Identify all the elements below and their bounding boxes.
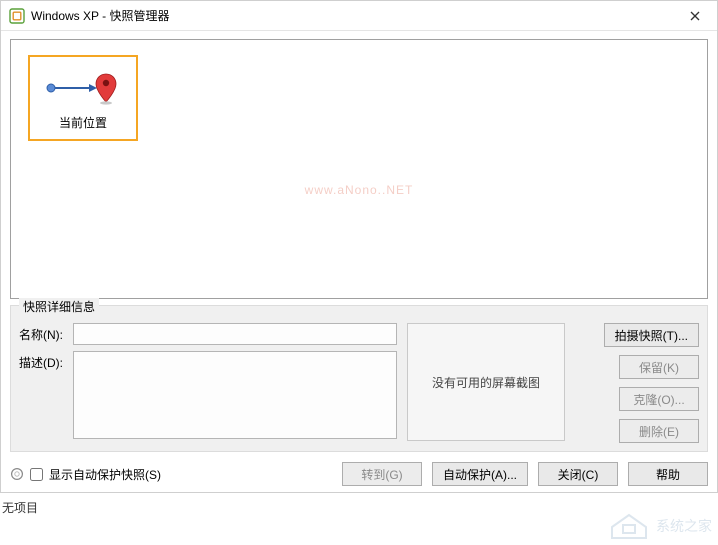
show-autoprotect-checkbox[interactable] [30, 468, 43, 481]
name-input[interactable] [73, 323, 397, 345]
site-watermark-text: 系统之家 [656, 516, 712, 536]
keep-button[interactable]: 保留(K) [619, 355, 699, 379]
snapshot-manager-window: Windows XP - 快照管理器 [0, 0, 718, 493]
bottom-row: 显示自动保护快照(S) 转到(G) 自动保护(A)... 关闭(C) 帮助 [10, 462, 708, 486]
clone-button[interactable]: 克隆(O)... [619, 387, 699, 411]
client-area: 当前位置 www.aNono..NET 快照详细信息 名称(N): 描述(D): [1, 31, 717, 492]
house-watermark-icon [608, 511, 650, 541]
name-label: 名称(N): [19, 323, 73, 343]
show-autoprotect-label: 显示自动保护快照(S) [49, 466, 161, 483]
no-screenshot-text: 没有可用的屏幕截图 [432, 374, 540, 391]
site-watermark: 系统之家 [608, 511, 712, 541]
autoprotect-indicator-icon [10, 467, 24, 481]
description-label: 描述(D): [19, 351, 73, 371]
screenshot-thumbnail: 没有可用的屏幕截图 [407, 323, 565, 441]
details-side-buttons: 拍摄快照(T)... 保留(K) 克隆(O)... 删除(E) [575, 323, 699, 443]
titlebar: Windows XP - 快照管理器 [1, 1, 717, 31]
current-position-graphic [43, 70, 123, 106]
details-legend: 快照详细信息 [19, 298, 99, 315]
snapshot-tree-area[interactable]: 当前位置 www.aNono..NET [10, 39, 708, 299]
current-position-node[interactable]: 当前位置 [28, 55, 138, 141]
close-button[interactable] [681, 6, 709, 26]
window-title: Windows XP - 快照管理器 [31, 7, 681, 24]
status-text: 无项目 [2, 501, 38, 515]
help-button[interactable]: 帮助 [628, 462, 708, 486]
vmware-app-icon [9, 8, 25, 24]
delete-button[interactable]: 删除(E) [619, 419, 699, 443]
description-input[interactable] [73, 351, 397, 439]
current-position-label: 当前位置 [59, 114, 107, 131]
map-pin-icon [96, 74, 116, 105]
goto-button[interactable]: 转到(G) [342, 462, 422, 486]
close-dialog-button[interactable]: 关闭(C) [538, 462, 618, 486]
close-icon [690, 11, 700, 21]
take-snapshot-button[interactable]: 拍摄快照(T)... [604, 323, 699, 347]
faint-watermark-text: www.aNono..NET [305, 183, 414, 197]
autoprotect-button[interactable]: 自动保护(A)... [432, 462, 528, 486]
snapshot-details-group: 快照详细信息 名称(N): 描述(D): [10, 305, 708, 452]
details-fields: 名称(N): 描述(D): [19, 313, 397, 442]
